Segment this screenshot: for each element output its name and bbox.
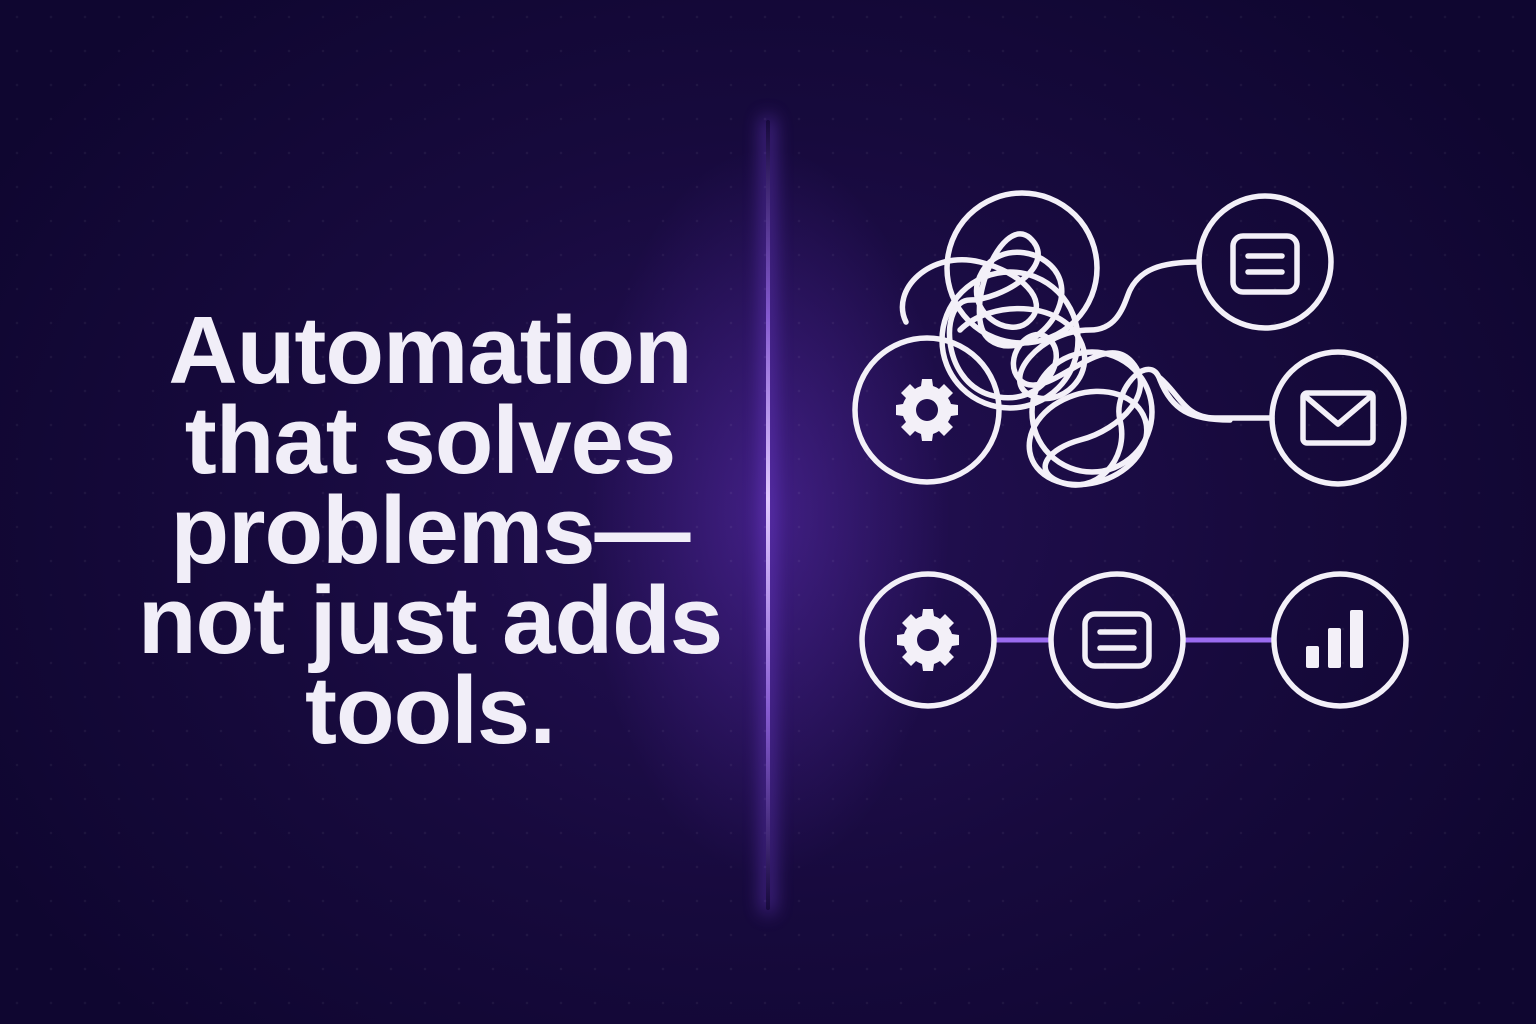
- chart-bar-1: [1306, 646, 1319, 668]
- document-icon: [1082, 611, 1152, 669]
- bar-chart-icon: [1306, 610, 1363, 668]
- chaos-gear-node: [852, 335, 1002, 485]
- flow-document-node: [1048, 571, 1186, 709]
- flow-gear-node: [859, 571, 997, 709]
- gear-icon: [897, 609, 959, 671]
- chart-bar-3: [1350, 610, 1363, 668]
- chart-bar-2: [1328, 628, 1341, 668]
- gear-icon: [896, 379, 958, 441]
- mail-connector: [1157, 375, 1275, 421]
- chaos-document-node: [1196, 193, 1334, 331]
- chaos-mail-node: [1269, 349, 1407, 487]
- document-icon: [1230, 233, 1300, 295]
- mail-flap: [1302, 393, 1374, 427]
- chaos-cluster: [852, 190, 1407, 488]
- clean-flow: [859, 571, 1409, 709]
- automation-illustration: [852, 190, 1409, 709]
